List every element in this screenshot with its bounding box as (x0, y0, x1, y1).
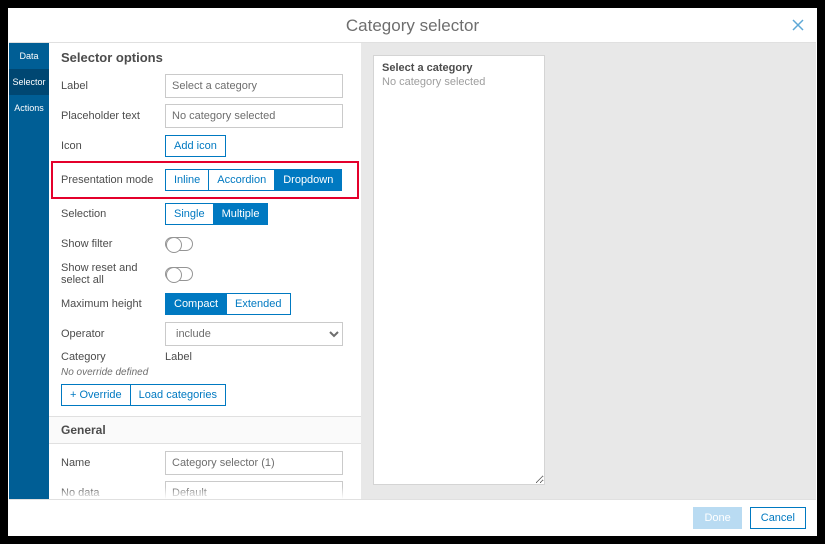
placeholder-input[interactable] (165, 104, 343, 128)
cancel-button[interactable]: Cancel (750, 507, 806, 529)
selection-single-button[interactable]: Single (165, 203, 214, 225)
presentation-mode-label: Presentation mode (61, 174, 165, 186)
no-data-field-label: No data (61, 487, 165, 499)
side-tab-list: Data Selector Actions (9, 43, 49, 499)
max-height-extended-button[interactable]: Extended (226, 293, 290, 315)
close-icon (791, 18, 805, 32)
show-reset-label: Show reset and select all (61, 262, 165, 286)
show-reset-toggle[interactable] (165, 267, 193, 281)
tab-selector[interactable]: Selector (9, 69, 49, 95)
label-field-label: Label (61, 80, 165, 92)
selection-multiple-button[interactable]: Multiple (213, 203, 269, 225)
no-override-note: No override defined (61, 365, 345, 384)
category-selector-dialog: Category selector Data Selector Actions … (8, 8, 817, 536)
add-icon-button[interactable]: Add icon (165, 135, 226, 157)
max-height-compact-button[interactable]: Compact (165, 293, 227, 315)
operator-select[interactable]: include (165, 322, 343, 346)
label-col-label: Label (165, 351, 192, 363)
done-button[interactable]: Done (693, 507, 741, 529)
category-subheader: Category Label (61, 349, 345, 365)
presentation-dropdown-button[interactable]: Dropdown (274, 169, 342, 191)
selection-field-label: Selection (61, 208, 165, 220)
presentation-accordion-button[interactable]: Accordion (208, 169, 275, 191)
max-height-segment: Compact Extended (165, 293, 291, 315)
panel-title: Selector options (49, 43, 361, 71)
presentation-mode-segment: Inline Accordion Dropdown (165, 169, 342, 191)
dialog-titlebar: Category selector (9, 9, 816, 43)
selection-segment: Single Multiple (165, 203, 268, 225)
name-field-label: Name (61, 457, 165, 469)
preview-widget[interactable]: Select a category No category selected (373, 55, 545, 485)
preview-title: Select a category (382, 62, 536, 74)
show-filter-toggle[interactable] (165, 237, 193, 251)
load-categories-button[interactable]: Load categories (130, 384, 226, 406)
config-scroll[interactable]: Label Placeholder text Icon Add icon Pre… (49, 71, 361, 499)
category-col-label: Category (61, 351, 165, 363)
name-input[interactable] (165, 451, 343, 475)
general-section-header: General (49, 416, 361, 444)
label-input[interactable] (165, 74, 343, 98)
show-filter-label: Show filter (61, 238, 165, 250)
dialog-footer: Done Cancel (9, 499, 816, 535)
preview-subtitle: No category selected (382, 76, 536, 88)
presentation-mode-row: Presentation mode Inline Accordion Dropd… (51, 161, 359, 199)
icon-field-label: Icon (61, 140, 165, 152)
dialog-title: Category selector (346, 16, 479, 36)
no-data-input[interactable] (165, 481, 343, 499)
presentation-inline-button[interactable]: Inline (165, 169, 209, 191)
add-override-button[interactable]: + Override (61, 384, 131, 406)
tab-actions[interactable]: Actions (9, 95, 49, 121)
preview-area: Select a category No category selected (361, 43, 816, 499)
max-height-label: Maximum height (61, 298, 165, 310)
config-panel: Selector options Label Placeholder text … (49, 43, 361, 499)
operator-label: Operator (61, 328, 165, 340)
placeholder-field-label: Placeholder text (61, 110, 165, 122)
tab-data[interactable]: Data (9, 43, 49, 69)
close-button[interactable] (788, 15, 808, 35)
